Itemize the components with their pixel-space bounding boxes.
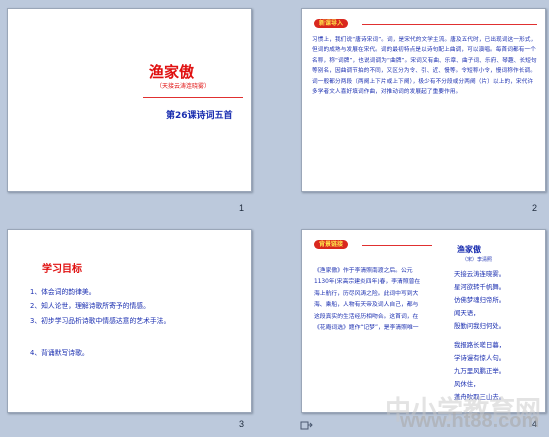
slide-thumbnail-4[interactable]: 背景链接 《渔家傲》作于李清照南渡之后。公元1130年(宋高宗建炎四年)春，李清… <box>301 229 546 413</box>
slide-2-tag: 新课导入 <box>314 19 349 28</box>
slide-sorter-view: { "slides": [ { "number": "1", "title": … <box>0 0 549 437</box>
slide-3-goals-title: 学习目标 <box>42 264 82 275</box>
slide-1-lesson-title: 第26课诗词五首 <box>166 111 233 121</box>
slide-thumbnail-2[interactable]: 新课导入 习惯上，我们说“唐诗宋词”。词，是宋代的文学主流。唐及五代时，已出现词… <box>301 8 546 192</box>
slide-1-subtitle: （天接云涛连晓雾） <box>156 83 211 90</box>
slide-3-goal-4: 4、背诵默写诗歌。 <box>30 349 89 357</box>
slide-4-poem-line-6: 我报路长嗟日暮， <box>454 341 506 349</box>
slide-2-divider <box>362 24 537 25</box>
slide-4-poem-title: 渔家傲 <box>457 245 481 254</box>
slide-number-1: 1 <box>239 203 245 213</box>
slide-4-poem-author: （宋）李清照 <box>462 257 493 263</box>
watermark-url: www.ht88.com <box>400 410 540 432</box>
slide-4-poem-line-2: 星河欲转千帆舞。 <box>454 283 506 291</box>
slide-4-poem-line-1: 天接云涛连晓雾。 <box>454 270 506 278</box>
slide-3-goal-1: 1、体会词的韵律美。 <box>30 288 96 296</box>
slide-4-background-paragraph: 《渔家傲》作于李清照南渡之后。公元1130年(宋高宗建炎四年)春，李清照曾在海上… <box>314 268 421 332</box>
slide-4-poem-line-3: 仿佛梦魂归帝所。 <box>454 296 506 304</box>
slide-1-divider <box>143 97 243 98</box>
slide-number-2: 2 <box>532 203 538 213</box>
slide-4-poem-line-4: 闻天语， <box>454 309 480 317</box>
slide-1-title: 渔家傲 <box>149 63 195 81</box>
slide-4-poem-line-7: 学诗谩有惊人句。 <box>454 354 506 362</box>
slide-4-divider <box>362 245 432 246</box>
slide-4-tag: 背景链接 <box>314 240 349 249</box>
slide-4-poem-line-8: 九万里风鹏正举。 <box>454 367 506 375</box>
slide-transition-icon[interactable] <box>300 417 314 430</box>
slide-4-poem-line-5: 殷勤问我归何处。 <box>454 322 506 330</box>
slide-thumbnail-3[interactable]: 学习目标 1、体会词的韵律美。 2、知人论世，理解诗歌所寄予的情感。 3、初步学… <box>7 229 252 413</box>
slide-number-3: 3 <box>239 419 245 429</box>
slide-2-paragraph: 习惯上，我们说“唐诗宋词”。词，是宋代的文学主流。唐及五代时，已出现词这一形式，… <box>312 37 537 96</box>
slide-3-goal-3: 3、初步学习品析诗歌中情感达意的艺术手法。 <box>30 317 171 325</box>
slide-thumbnail-1[interactable]: 渔家傲 （天接云涛连晓雾） 第26课诗词五首 <box>7 8 252 192</box>
slide-4-poem-line-9: 风休住， <box>454 380 480 388</box>
slide-3-goal-2: 2、知人论世，理解诗歌所寄予的情感。 <box>30 302 150 310</box>
